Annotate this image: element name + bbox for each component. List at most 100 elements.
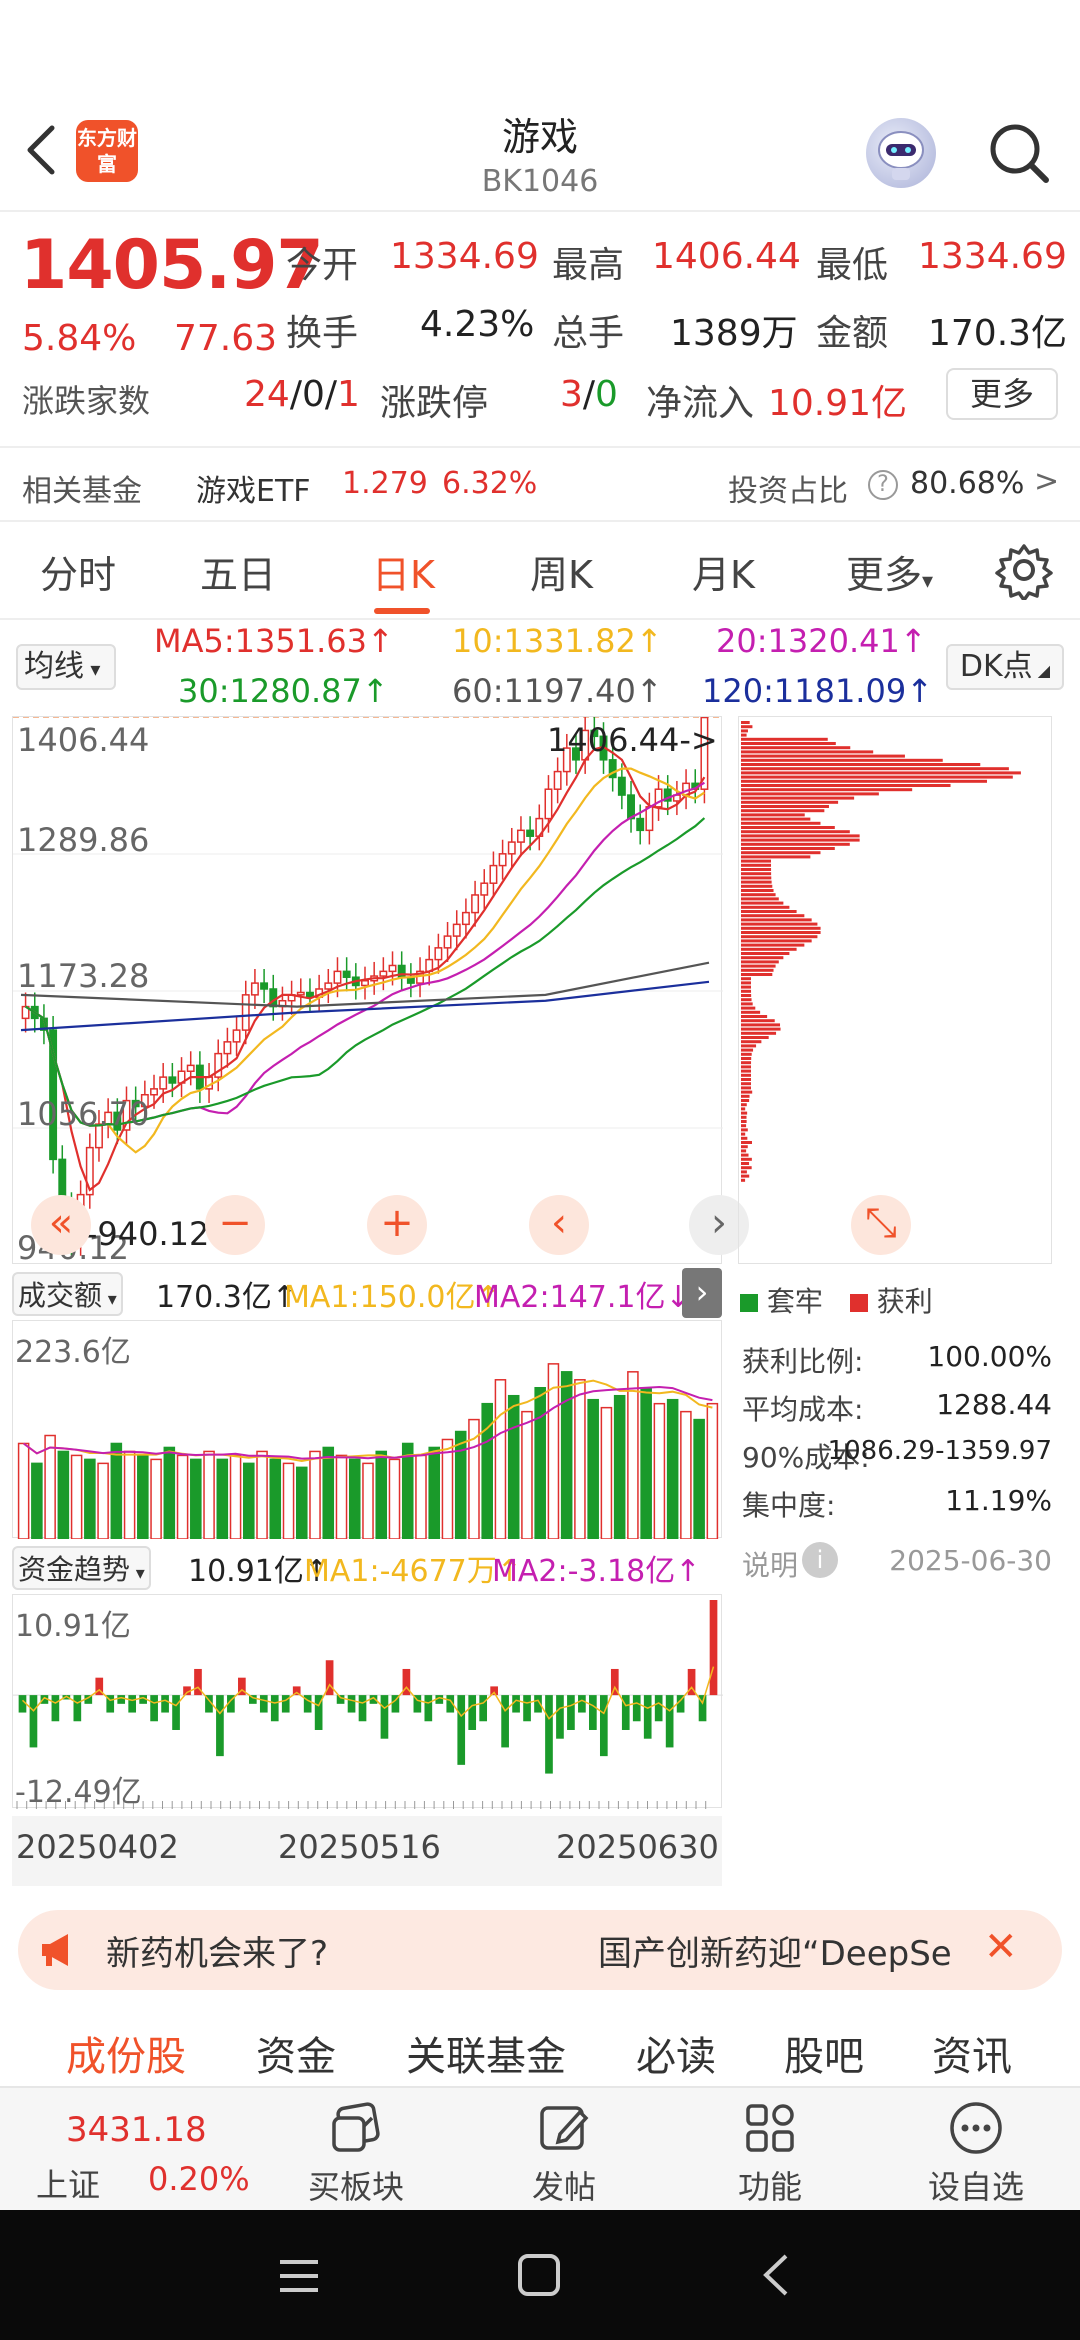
volume-bar [45,1436,55,1539]
close-icon[interactable]: ✕ [984,1924,1018,1970]
tab-five-day[interactable]: 五日 [200,544,276,599]
chip-bar [741,1091,752,1094]
tab-monthly-k[interactable]: 月K [692,544,755,599]
banner-text-left: 新药机会来了? [106,1926,346,1975]
chip-bar [741,855,810,858]
volume-bar [19,1443,29,1539]
ai-assistant-icon[interactable] [866,118,936,188]
flow-bar [501,1695,509,1747]
dk-point-button[interactable]: DK点 ◢ [946,644,1064,690]
candle [343,971,349,977]
flow-y-min: -12.49亿 [15,1767,142,1811]
investment-ratio-label: 投资占比 [728,466,848,510]
chip-bar [741,763,980,766]
back-nav-icon[interactable] [756,2252,796,2298]
chip-bar [741,998,752,1001]
nav-post[interactable]: 发帖 [484,2088,644,2212]
concentration-label: 集中度: [742,1484,835,1524]
ma30-readout: 30:1280.87↑ [178,672,389,710]
volume-bar [456,1432,466,1539]
chip-bar [741,759,943,762]
chip-bar [741,952,789,955]
indicator-select[interactable]: 均线 ▾ [16,644,116,690]
y-axis-mid3: 1056.70 [17,1095,149,1133]
chevron-right-icon[interactable]: > [1034,464,1059,499]
zoom-in-icon[interactable]: + [367,1195,427,1255]
tab-more[interactable]: 更多▾ [846,544,933,599]
home-icon[interactable] [516,2252,562,2298]
rewind-icon[interactable]: « [31,1195,91,1255]
flow-bar [655,1695,663,1721]
tab-forum[interactable]: 股吧 [784,2024,864,2082]
help-icon[interactable]: ? [868,470,898,500]
chip-bar [741,750,873,753]
flow-bar [633,1695,641,1721]
news-banner[interactable]: 新药机会来了? 国产创新药迎“DeepSe ✕ [18,1910,1062,1990]
tab-must-read[interactable]: 必读 [636,2024,716,2082]
tab-intraday[interactable]: 分时 [40,544,116,599]
chip-bar [741,902,783,905]
chip-bar [741,1116,747,1119]
chip-bar [741,1162,749,1165]
tab-news[interactable]: 资讯 [932,2024,1012,2082]
more-dots-icon [946,2098,1006,2158]
flow-bar [666,1695,674,1747]
candle [224,1042,230,1054]
candle [151,1089,157,1095]
scroll-left-icon[interactable]: ‹ [529,1195,589,1255]
info-icon[interactable]: i [802,1542,838,1578]
kline-chart[interactable]: 1406.44 1289.86 1173.28 1056.70 940.12 1… [12,716,722,1264]
chip-bar [741,906,789,909]
panel-next-icon[interactable]: › [682,1268,722,1318]
chip-bar [741,897,779,900]
search-icon[interactable] [984,118,1054,188]
recent-apps-icon[interactable] [276,2256,322,2296]
volume-bar [601,1408,611,1539]
high-value: 1406.44 [652,236,801,277]
turnover-value: 4.23% [420,304,534,345]
chip-bar [741,914,804,917]
banner-text-right: 国产创新药迎“DeepSe [598,1926,978,1975]
tab-weekly-k[interactable]: 周K [530,544,593,599]
candle [298,993,304,995]
volume-bar [389,1459,399,1539]
chip-bar [741,994,751,997]
chip-bar [741,839,860,842]
related-fund-row[interactable]: 相关基金 游戏ETF 1.279 6.32% 投资占比 ? 80.68% > [0,446,1080,520]
tab-constituents[interactable]: 成份股 [66,2024,186,2082]
amount-value: 170.3亿 [928,304,1067,356]
chip-bar [741,725,752,728]
candle [169,1077,175,1083]
expand-icon[interactable]: ⤡ [851,1195,911,1255]
index-pct: 0.20% [148,2160,250,2198]
candle [187,1065,193,1071]
flow-indicator-select[interactable]: 资金趋势 ▾ [12,1546,151,1590]
nav-functions[interactable]: 功能 [690,2088,850,2212]
tab-related-funds[interactable]: 关联基金 [406,2024,566,2082]
chip-bar [741,797,854,800]
megaphone-icon [38,1928,82,1972]
nav-buy-sector[interactable]: 买板块 [276,2088,436,2212]
volume-bar [244,1463,254,1539]
more-button[interactable]: 更多 [946,368,1058,420]
chip-bar [741,834,860,837]
chip-bar [741,1002,753,1005]
chip-bar [741,1019,775,1022]
chip-bar [741,927,821,930]
gear-icon[interactable] [994,540,1054,600]
chip-bar [741,1124,746,1127]
tab-daily-k[interactable]: 日K [372,544,435,599]
tab-capital[interactable]: 资金 [256,2024,336,2082]
chip-bar [741,847,835,850]
chip-bar [741,767,1009,770]
chip-bar [741,1044,756,1047]
volume-bar [350,1459,360,1539]
volume-bar [363,1463,373,1539]
chip-bar [741,784,951,787]
chip-bar [741,939,812,942]
volume-bar [668,1400,678,1539]
chip-bar [741,1032,776,1035]
nav-add-watchlist[interactable]: 设自选 [896,2088,1056,2212]
zoom-out-icon[interactable]: − [205,1195,265,1255]
volume-indicator-select[interactable]: 成交额 ▾ [12,1272,123,1316]
